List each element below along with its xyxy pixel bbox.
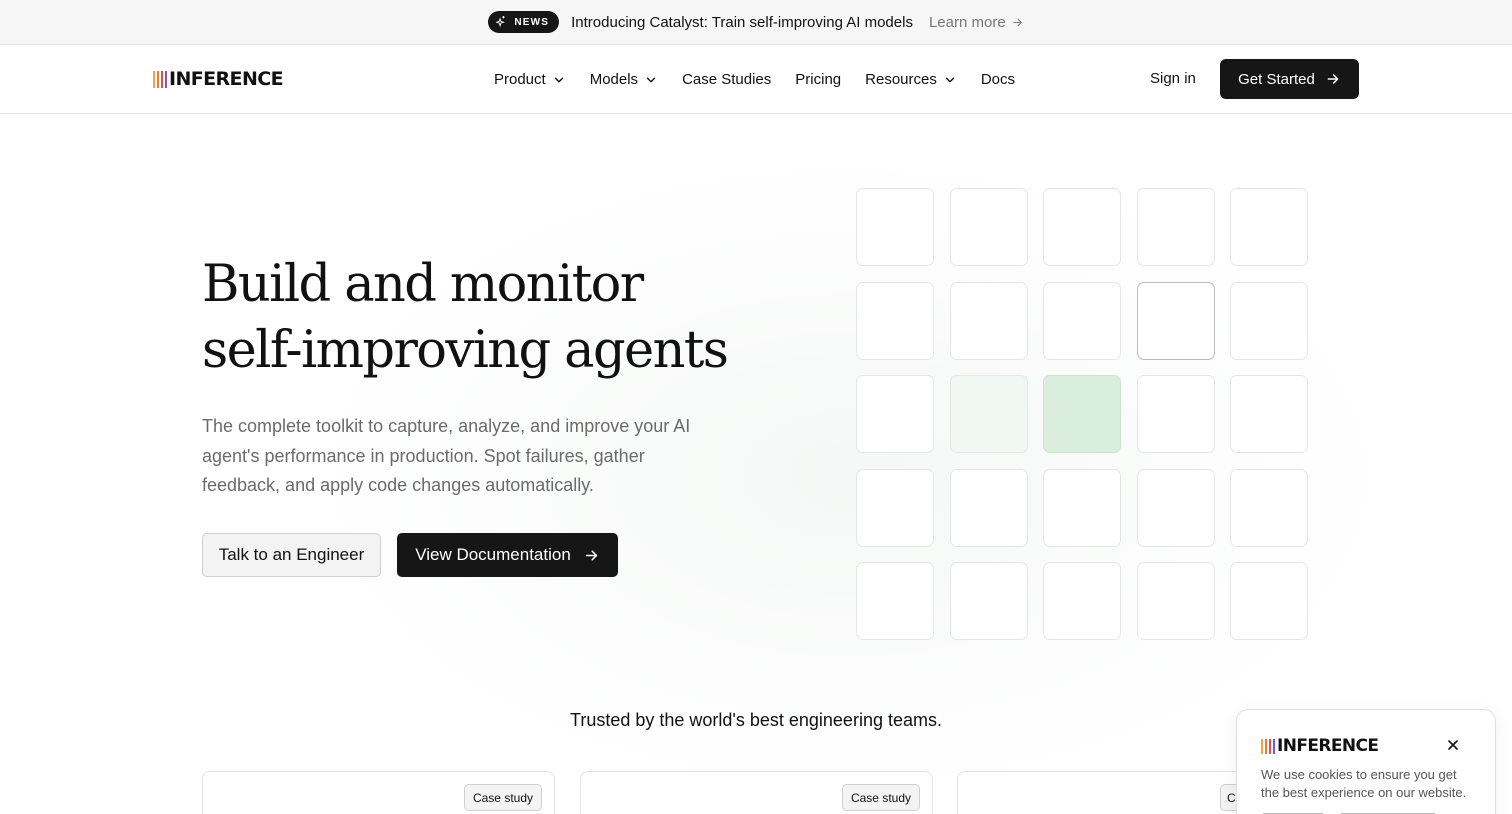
- logo-bar: [165, 70, 167, 88]
- tile-grid: [856, 188, 1308, 640]
- view-documentation-label: View Documentation: [415, 545, 571, 564]
- talk-to-engineer-label: Talk to an Engineer: [218, 545, 365, 564]
- grid-tile: [1043, 188, 1121, 266]
- logo-bar: [1261, 738, 1263, 754]
- grid-tile: [1136, 562, 1215, 640]
- talk-to-engineer-button[interactable]: Talk to an Engineer: [202, 533, 381, 577]
- arrow-right-icon: [585, 549, 598, 561]
- cookie-brand-logo: INFERENCE: [1261, 736, 1379, 756]
- hero-title-line-1: Build and monitor: [202, 255, 644, 314]
- case-study-card[interactable]: Case study: [580, 771, 933, 814]
- logo-bars: [153, 70, 167, 88]
- announcement-bar: NEWS Introducing Catalyst: Train self-im…: [0, 0, 1512, 45]
- nav-item-label: Case Studies: [682, 71, 772, 88]
- announcement-text: Introducing Catalyst: Train self-improvi…: [571, 13, 913, 31]
- grid-tile: [1043, 281, 1121, 360]
- grid-tile: [949, 375, 1028, 453]
- grid-tile: [1136, 188, 1215, 266]
- brand-logo[interactable]: INFERENCE: [153, 68, 284, 90]
- news-badge: NEWS: [488, 11, 560, 33]
- grid-tile: [1136, 468, 1215, 547]
- nav-links: Product Models Case Studies Pricing Reso…: [494, 45, 1015, 114]
- sparkle-icon: [496, 16, 506, 28]
- grid-tile: [1043, 562, 1121, 640]
- grid-tile: [949, 468, 1028, 547]
- nav-item-resources[interactable]: Resources: [865, 71, 957, 88]
- learn-more-label: Learn more: [928, 13, 1006, 31]
- chevron-down-icon: [945, 77, 955, 82]
- grid-tile: [856, 281, 934, 360]
- grid-tile: [949, 281, 1028, 360]
- grid-tile: [1136, 375, 1215, 453]
- main-nav: INFERENCE Product Models Case Studies Pr…: [0, 45, 1512, 114]
- logo-wordmark: INFERENCE: [169, 68, 284, 90]
- grid-tile: [949, 188, 1028, 266]
- sign-in-link[interactable]: Sign in: [1150, 70, 1196, 87]
- logo-bar: [153, 70, 155, 88]
- grid-tile: [856, 468, 934, 547]
- grid-tile: [1230, 281, 1308, 360]
- news-badge-label: NEWS: [514, 16, 550, 28]
- logo-bars: [1261, 738, 1275, 754]
- grid-tile: [1043, 375, 1121, 453]
- chevron-down-icon: [646, 77, 656, 82]
- grid-tile: [856, 188, 934, 266]
- grid-tile: [1230, 562, 1308, 640]
- chevron-down-icon: [554, 77, 563, 82]
- grid-tile: [856, 562, 934, 640]
- nav-item-product[interactable]: Product: [494, 71, 566, 88]
- nav-item-label: Docs: [980, 71, 1016, 88]
- hero-subtitle: The complete toolkit to capture, analyze…: [202, 416, 691, 495]
- nav-item-label: Resources: [865, 71, 937, 88]
- nav-item-pricing[interactable]: Pricing: [795, 71, 841, 88]
- grid-tile: [1230, 375, 1308, 453]
- grid-tile: [1230, 188, 1308, 266]
- arrow-right-icon: [1012, 18, 1022, 26]
- cookie-message: We use cookies to ensure you get the bes…: [1261, 767, 1467, 800]
- grid-tile: [856, 375, 934, 453]
- logo-bar: [161, 70, 163, 88]
- logo-bar: [1265, 738, 1267, 754]
- grid-tile: [1136, 281, 1215, 360]
- case-study-card[interactable]: Case study: [202, 771, 555, 814]
- nav-item-label: Pricing: [795, 71, 842, 88]
- close-icon[interactable]: [1445, 737, 1461, 753]
- nav-item-models[interactable]: Models: [590, 71, 658, 88]
- nav-item-case-studies[interactable]: Case Studies: [682, 71, 771, 88]
- get-started-label: Get Started: [1238, 70, 1315, 88]
- grid-tile: [949, 562, 1028, 640]
- case-study-badge: Case study: [841, 784, 920, 811]
- logo-bar: [1269, 738, 1271, 754]
- hero-title: Build and monitor self-improving agents: [202, 252, 762, 384]
- view-documentation-button[interactable]: View Documentation: [397, 533, 618, 577]
- logo-bar: [1273, 738, 1275, 754]
- get-started-button[interactable]: Get Started: [1220, 59, 1359, 99]
- learn-more-link[interactable]: Learn more: [929, 14, 1024, 31]
- grid-tile: [1043, 468, 1121, 547]
- grid-tile: [1230, 468, 1308, 547]
- hero-title-line-2: self-improving agents: [202, 321, 729, 380]
- nav-item-docs[interactable]: Docs: [981, 71, 1015, 88]
- cookie-banner: INFERENCE We use cookies to ensure you g…: [1236, 709, 1496, 814]
- arrow-right-icon: [1327, 74, 1339, 84]
- logo-wordmark: INFERENCE: [1277, 736, 1379, 756]
- logo-bar: [157, 70, 159, 88]
- case-study-badge: Case study: [463, 784, 542, 811]
- nav-item-label: Product: [494, 71, 546, 88]
- nav-item-label: Models: [589, 71, 639, 88]
